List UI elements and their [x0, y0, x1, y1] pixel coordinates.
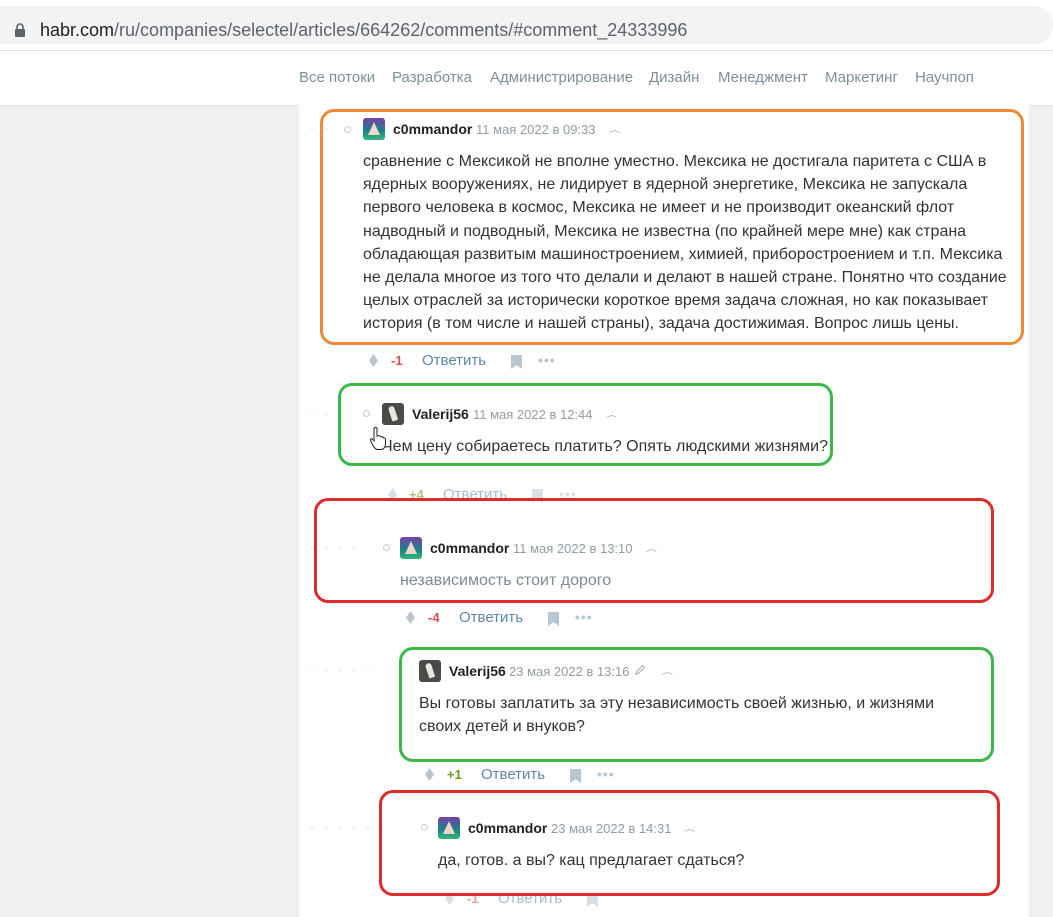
- url-domain: habr.com: [40, 20, 115, 40]
- highlight-box-red: [314, 498, 994, 603]
- reply-button[interactable]: Ответить: [422, 352, 486, 369]
- reply-button[interactable]: Ответить: [459, 609, 523, 626]
- nav-item-development[interactable]: Разработка: [392, 69, 472, 86]
- more-dots-icon[interactable]: •••: [538, 352, 556, 368]
- comment-score: -4: [428, 610, 440, 625]
- more-dots-icon[interactable]: •••: [597, 766, 615, 782]
- highlight-box-green: [338, 383, 833, 466]
- nav-item-management[interactable]: Менеджмент: [718, 69, 808, 86]
- site-nav: Все потоки Разработка Администрирование …: [0, 50, 1053, 106]
- lock-icon: [15, 23, 25, 37]
- reply-button[interactable]: Ответить: [481, 766, 545, 783]
- nav-item-all-streams[interactable]: Все потоки: [299, 69, 375, 86]
- comment-score: +1: [447, 767, 462, 782]
- nav-item-administration[interactable]: Администрирование: [490, 69, 633, 86]
- thread-indent-dots: ·····: [310, 663, 380, 677]
- highlight-box-orange: [320, 109, 1024, 345]
- url-path: /ru/companies/selectel/articles/664262/c…: [114, 20, 688, 40]
- browser-address-bar: habr.com/ru/companies/selectel/articles/…: [0, 0, 1053, 50]
- highlight-box-green: [399, 647, 994, 762]
- hand-cursor-icon: [369, 427, 386, 450]
- nav-item-marketing[interactable]: Маркетинг: [825, 69, 898, 86]
- highlight-box-red: [379, 790, 1000, 896]
- url-text: habr.com/ru/companies/selectel/articles/…: [40, 20, 687, 41]
- nav-item-popsci[interactable]: Научпоп: [915, 69, 974, 86]
- comment-score: -1: [391, 353, 403, 368]
- more-dots-icon[interactable]: •••: [575, 609, 593, 625]
- url-field[interactable]: habr.com/ru/companies/selectel/articles/…: [0, 6, 1053, 44]
- nav-item-design[interactable]: Дизайн: [649, 69, 699, 86]
